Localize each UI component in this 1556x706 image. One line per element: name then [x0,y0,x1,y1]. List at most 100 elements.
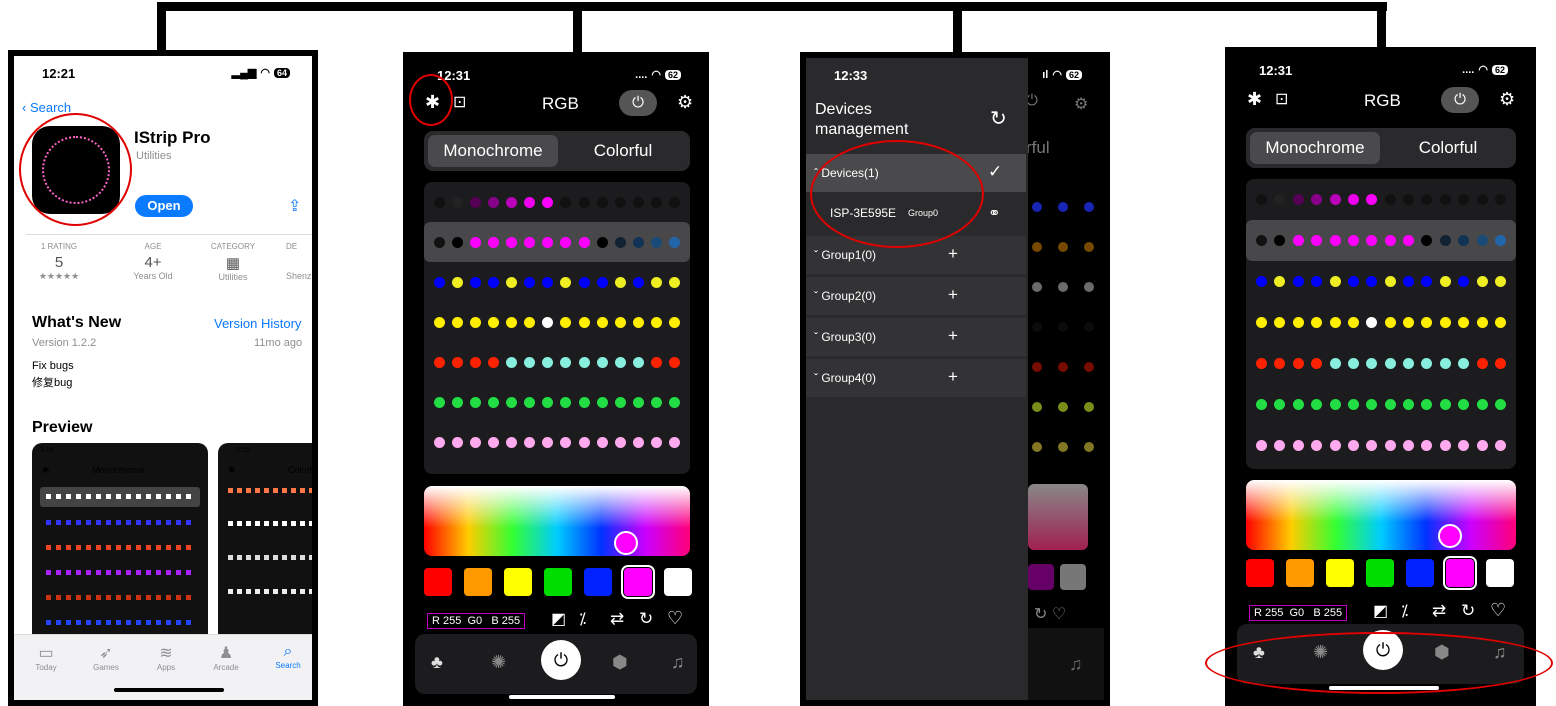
gear-icon[interactable]: ⚙ [677,92,693,113]
version-history-link[interactable]: Version History [214,316,301,331]
power-button[interactable]: ⏻ [541,640,581,680]
color-swatch[interactable] [424,568,452,596]
pattern-row[interactable] [424,422,690,462]
back-link[interactable]: ‹ Search [22,100,71,115]
led-dot [1421,194,1433,205]
camera-icon[interactable]: ⊡ [1275,89,1288,109]
color-swatch[interactable] [464,568,492,596]
pattern-row[interactable] [424,302,690,342]
add-icon[interactable]: + [948,326,958,346]
color-swatch[interactable] [1406,559,1434,587]
power-toggle-icon[interactable]: ⏻ [619,90,657,116]
tab-monochrome[interactable]: Monochrome [1250,138,1380,158]
preview-title: Colorfu [288,465,318,475]
status-bar: 12:21 ▂▄▆ ◠ 64 [14,66,312,84]
refresh-icon[interactable]: ↻ [990,106,1007,131]
led-dot [452,316,464,328]
led-dot [1292,276,1304,287]
pattern-row[interactable] [1246,302,1516,343]
led-dot [1329,358,1341,369]
check-icon[interactable]: ✓ [988,162,1002,182]
led-dot [578,316,590,328]
pattern-row[interactable] [1246,343,1516,384]
effects-icon[interactable]: ✺ [491,652,506,673]
auto-icon[interactable]: ⁒ [1401,601,1408,621]
menu-row-group4[interactable]: ˇ Group4(0) + [806,359,1026,397]
color-swatch[interactable] [1246,559,1274,587]
pattern-row-selected[interactable] [1246,220,1516,261]
color-swatch[interactable] [664,568,692,596]
gear-icon[interactable]: ⚙ [1499,89,1515,110]
color-swatch[interactable] [504,568,532,596]
tab-colorful[interactable]: Colorful [1380,138,1516,158]
tab-monochrome[interactable]: Monochrome [428,141,558,161]
pattern-row[interactable] [1246,261,1516,302]
camera-icon[interactable]: ⊡ [453,92,466,112]
pattern-row[interactable] [424,342,690,382]
auto-icon[interactable]: ⁒ [579,609,586,629]
row-label: Group2(0) [821,289,877,303]
pattern-row[interactable] [1246,384,1516,425]
tab-today[interactable]: ▭ Today [28,643,64,672]
color-circles-icon[interactable]: ♣ [431,652,443,673]
led-dot [1476,399,1488,410]
color-swap-icon[interactable]: ◩ [1373,601,1388,621]
power-toggle-icon[interactable]: ⏻ [1441,87,1479,113]
switch-direction-icon[interactable]: ⇄ [1432,601,1446,621]
pattern-row[interactable] [1246,179,1516,220]
color-swatch[interactable] [544,568,572,596]
led-dot [1458,440,1470,451]
add-icon[interactable]: + [948,367,958,387]
pattern-row[interactable] [424,262,690,302]
tab-search[interactable]: ⌕ Search [268,643,308,670]
color-swatch[interactable] [1443,556,1477,590]
menu-row-group2[interactable]: ˇ Group2(0) + [806,277,1026,315]
color-picker[interactable] [1246,480,1516,550]
open-button[interactable]: Open [135,195,193,217]
color-swatch[interactable] [1286,559,1314,587]
color-swatch[interactable] [621,565,655,599]
add-icon[interactable]: + [948,285,958,305]
cube-icon[interactable]: ⬢ [612,652,628,673]
share-icon[interactable]: ⇪ [288,196,301,216]
switch-direction-icon[interactable]: ⇄ [610,609,624,629]
color-swatch[interactable] [1366,559,1394,587]
pattern-row[interactable] [1246,425,1516,466]
tab-apps[interactable]: ≋ Apps [148,643,184,672]
heart-icon[interactable]: ♡ [1490,600,1506,621]
app-name: IStrip Pro [134,128,211,147]
led-dot [452,236,464,248]
preview-card[interactable]: 3:15 ✱ Colorfu [218,443,318,643]
led-dot [1439,276,1451,287]
color-swap-icon[interactable]: ◩ [551,609,566,629]
color-picker-handle[interactable] [614,531,638,555]
reset-icon[interactable]: ↻ [639,609,653,629]
add-icon[interactable]: + [948,244,958,264]
led-dot [632,276,644,288]
music-icon[interactable]: ♫ [671,652,685,673]
pattern-row[interactable] [424,182,690,222]
menu-row-group3[interactable]: ˇ Group3(0) + [806,318,1026,356]
tab-colorful[interactable]: Colorful [558,141,688,161]
color-picker[interactable] [424,486,690,556]
stat-head: 1 RATING [40,242,78,251]
color-swatch[interactable] [584,568,612,596]
led-dot [578,356,590,368]
heart-icon[interactable]: ♡ [667,608,683,629]
color-swatch[interactable] [1326,559,1354,587]
led-dot [1058,242,1068,252]
bluetooth-icon[interactable]: ✱ [1247,89,1262,110]
preview-card[interactable]: 3:15 ✱ Monochrome [32,443,208,643]
tab-arcade[interactable]: ♟ Arcade [208,643,244,672]
led-dot [542,396,554,408]
pattern-row-selected[interactable] [424,222,690,262]
link-icon[interactable]: ⚭ [988,204,1001,222]
led-dot [1032,242,1042,252]
led-dot [1384,358,1396,369]
color-swatch[interactable] [1486,559,1514,587]
pattern-row[interactable] [424,382,690,422]
color-picker-handle[interactable] [1438,524,1462,548]
tab-games[interactable]: ➶ Games [88,643,124,672]
drawer-title: Devices management [815,100,908,140]
reset-icon[interactable]: ↻ [1461,601,1475,621]
